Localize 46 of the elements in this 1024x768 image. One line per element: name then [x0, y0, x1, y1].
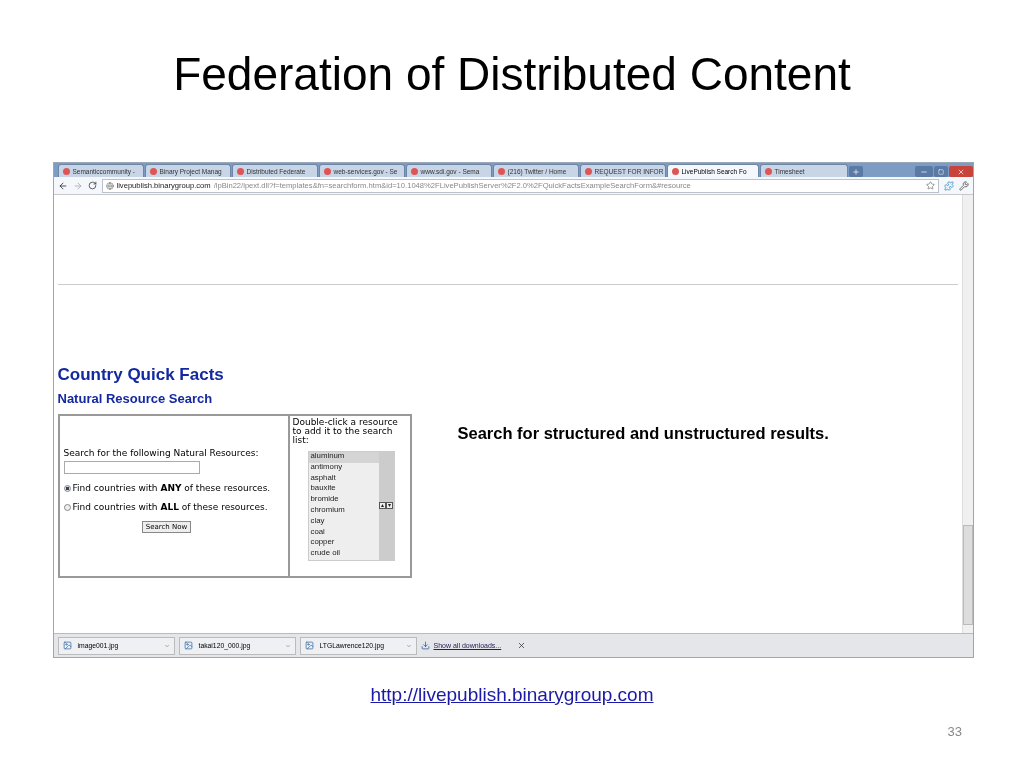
caption: Search for structured and unstructured results.	[457, 424, 829, 443]
spinner-arrows-icon[interactable]	[379, 502, 393, 510]
maximize-icon	[937, 168, 944, 175]
extension-icon[interactable]	[943, 180, 954, 191]
site-icon	[323, 167, 331, 175]
minimize-button[interactable]	[914, 166, 933, 177]
site-icon	[62, 167, 70, 175]
caret-icon[interactable]	[284, 642, 291, 649]
site-icon	[410, 167, 418, 175]
globe-icon	[105, 181, 114, 190]
site-icon	[584, 167, 592, 175]
site-icon	[671, 167, 679, 175]
caret-icon[interactable]	[405, 642, 412, 649]
url-link[interactable]: http://livepublish.binarygroup.com	[370, 684, 654, 706]
radio-option[interactable]: Find countries with ALL of these resources.	[63, 502, 288, 512]
search-field[interactable]	[63, 461, 200, 474]
image-file-icon	[62, 641, 72, 650]
section-heading: Natural Resource Search	[57, 391, 214, 406]
image-file-icon	[304, 641, 314, 650]
maximize-button[interactable]	[933, 166, 948, 177]
star-icon[interactable]	[925, 181, 935, 190]
radio-option[interactable]: Find countries with ANY of these resources.	[63, 483, 288, 493]
back-icon[interactable]	[57, 180, 68, 191]
page-number: 33	[947, 724, 962, 739]
close-icon	[956, 167, 965, 176]
image-file-icon	[183, 641, 193, 650]
plus-icon	[851, 167, 860, 176]
reload-icon[interactable]	[87, 181, 97, 190]
caret-icon[interactable]	[163, 642, 170, 649]
download-icon	[420, 641, 430, 650]
list-hint: Double-click a resource to add it to the search list:	[292, 418, 399, 445]
wrench-icon[interactable]	[958, 180, 969, 191]
close-icon[interactable]	[517, 641, 527, 650]
site-icon	[236, 167, 244, 175]
site-icon	[149, 167, 157, 175]
radio-button[interactable]	[63, 484, 71, 492]
search-label: Search for the following Natural Resources:	[63, 448, 260, 458]
slide-title: Federation of Distributed Content	[173, 47, 851, 102]
page-heading: Country Quick Facts	[57, 365, 225, 385]
new-tab-button[interactable]	[848, 166, 863, 177]
close-button[interactable]	[948, 166, 973, 177]
forward-icon[interactable]	[72, 180, 83, 191]
site-icon	[764, 167, 772, 175]
radio-button[interactable]	[63, 503, 71, 511]
site-icon	[497, 167, 505, 175]
scrollbar[interactable]	[961, 195, 973, 633]
